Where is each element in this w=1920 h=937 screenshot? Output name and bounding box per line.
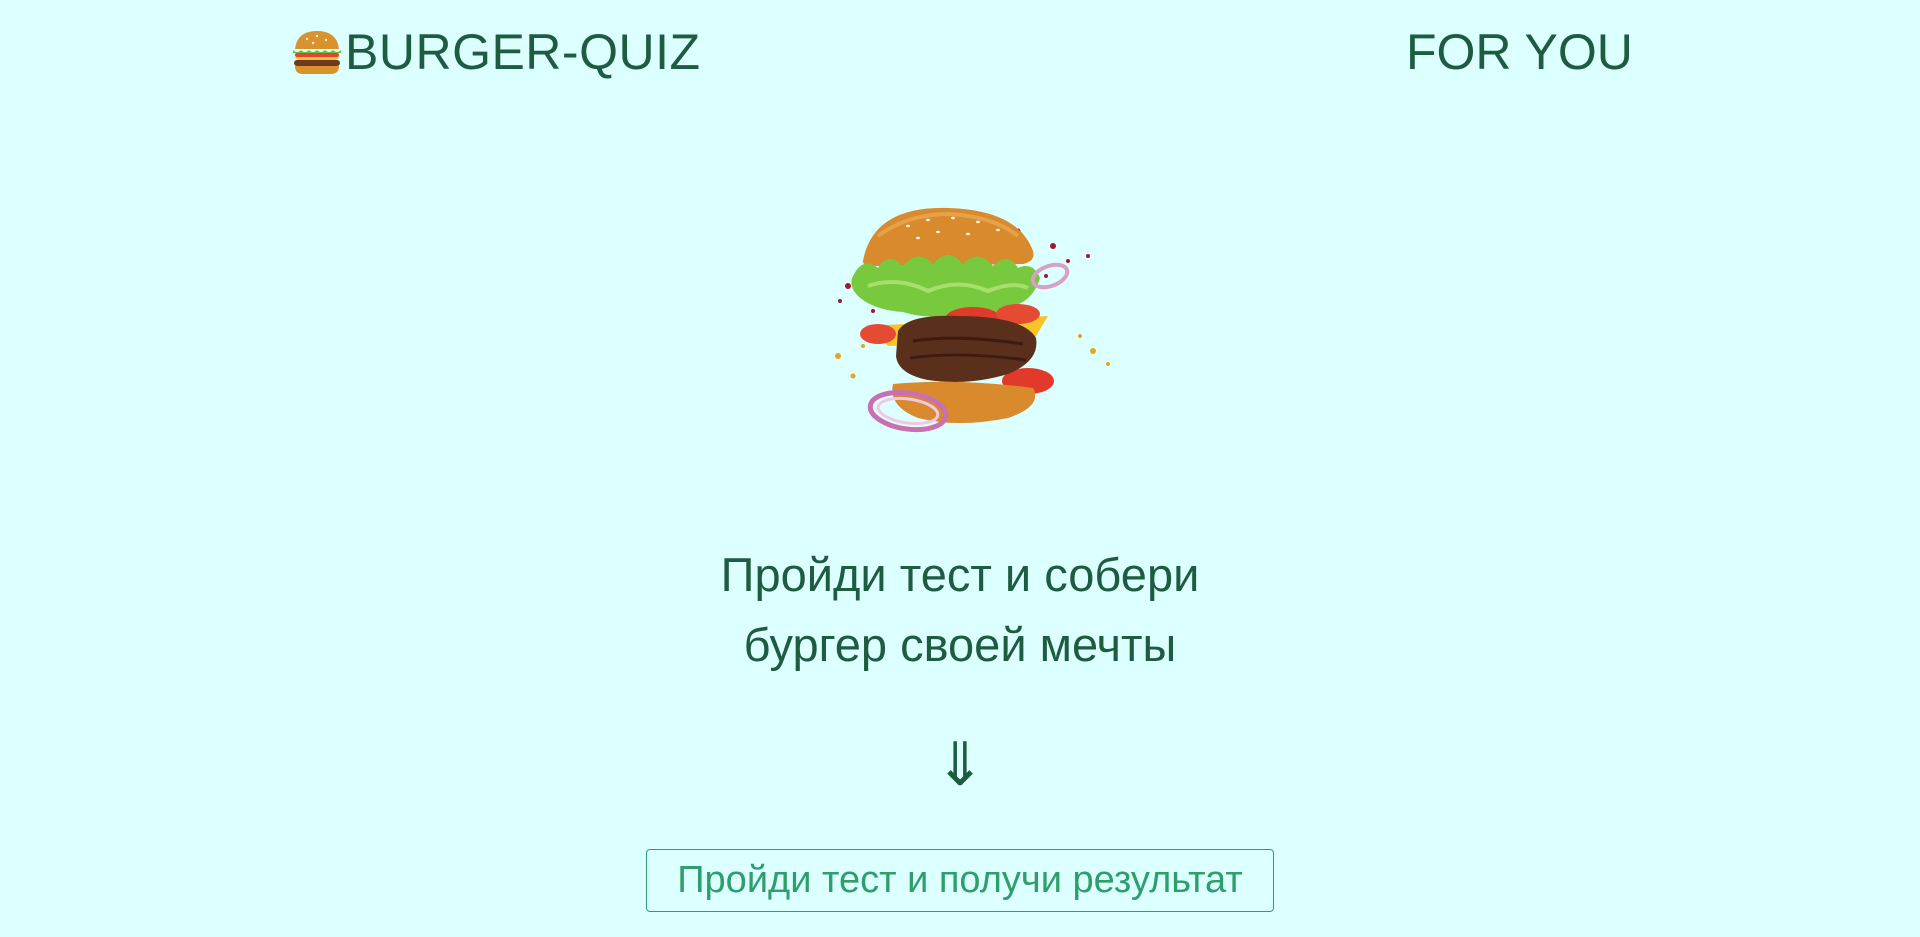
- burger-icon: [293, 31, 341, 74]
- page: BURGER-QUIZ FOR YOU Пройди тест и собери…: [0, 0, 1920, 937]
- logo-text: BURGER-QUIZ: [345, 24, 701, 80]
- start-quiz-button[interactable]: Пройди тест и получи результат: [646, 849, 1274, 912]
- flying-burger-illustration: [835, 207, 1110, 433]
- headline: Пройди тест и собери бургер своей мечты: [0, 540, 1920, 680]
- down-arrow-icon: ⇓: [934, 731, 986, 798]
- headline-line-1: Пройди тест и собери: [720, 548, 1200, 601]
- header: BURGER-QUIZ FOR YOU: [0, 16, 1920, 86]
- logo-link[interactable]: BURGER-QUIZ: [289, 22, 701, 82]
- headline-line-2: бургер своей мечты: [743, 618, 1177, 671]
- tagline: FOR YOU: [1406, 24, 1633, 80]
